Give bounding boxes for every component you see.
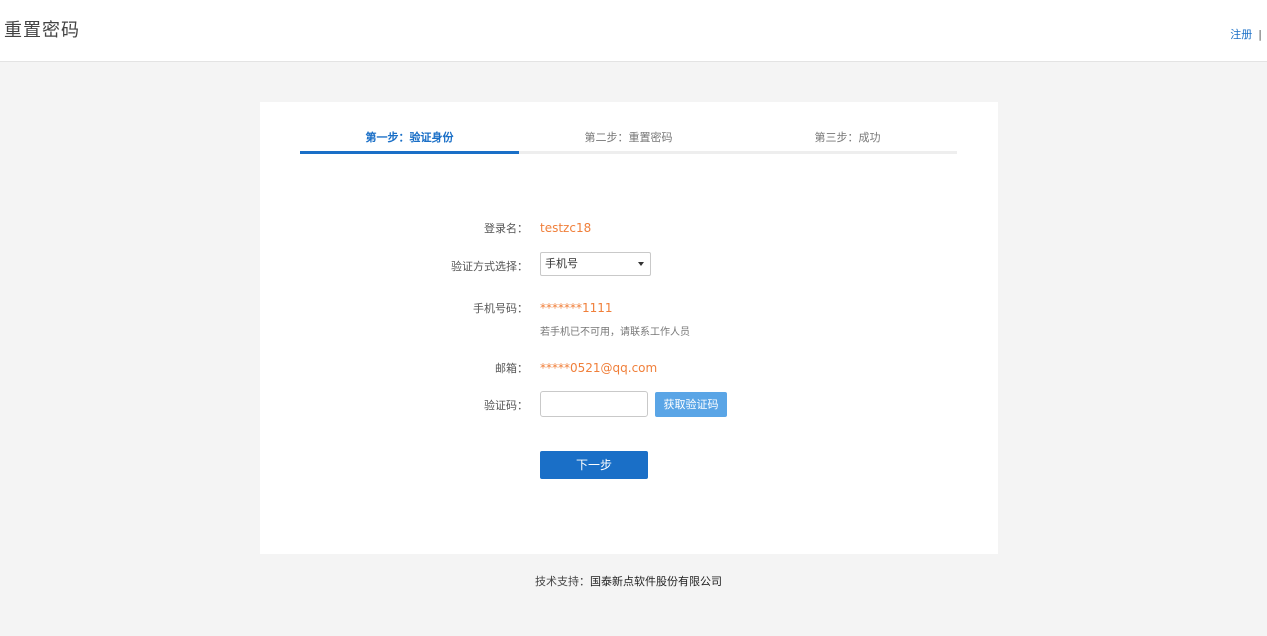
page-title: 重置密码: [4, 20, 80, 41]
step-indicator: 第一步：验证身份 第二步：重置密码 第三步：成功: [300, 130, 957, 154]
step-3-success: 第三步：成功: [814, 131, 881, 144]
footer-tech-support: 技术支持：国泰新点软件股份有限公司: [0, 574, 1257, 590]
caret-down-icon: [638, 262, 644, 266]
email-row: 邮箱： *****0521@qq.com: [260, 356, 998, 382]
login-name-label: 登录名：: [484, 222, 528, 235]
phone-value: *******1111: [540, 301, 613, 315]
verify-method-label: 验证方式选择：: [451, 260, 528, 273]
phone-unavailable-hint: 若手机已不可用，请联系工作人员: [540, 327, 690, 338]
verify-method-row: 验证方式选择： 手机号: [260, 252, 998, 278]
login-name-row: 登录名： testzc18: [260, 216, 998, 242]
get-verification-code-button[interactable]: 获取验证码: [655, 392, 727, 417]
footer-prefix: 技术支持：: [535, 575, 590, 588]
verification-code-row: 验证码： 获取验证码: [260, 391, 998, 417]
reset-password-card: 第一步：验证身份 第二步：重置密码 第三步：成功 登录名： testzc18 验…: [260, 102, 998, 554]
next-step-button[interactable]: 下一步: [540, 451, 648, 479]
verification-code-label: 验证码：: [484, 399, 528, 412]
footer-company-name: 国泰新点软件股份有限公司: [590, 575, 722, 588]
phone-row: 手机号码： *******1111: [260, 296, 998, 322]
verify-method-select[interactable]: 手机号: [540, 252, 651, 276]
verify-method-selected-value: 手机号: [545, 257, 578, 270]
verification-code-input[interactable]: [540, 391, 648, 417]
register-link[interactable]: 注册: [1230, 28, 1252, 41]
top-header: 重置密码 注册 |: [0, 0, 1267, 62]
step-1-verify-identity: 第一步：验证身份: [365, 131, 454, 144]
header-links: 注册 |: [1230, 27, 1262, 43]
login-name-value: testzc18: [540, 221, 592, 235]
email-label: 邮箱：: [495, 362, 528, 375]
phone-label: 手机号码：: [473, 302, 528, 315]
step-2-reset-password: 第二步：重置密码: [584, 131, 673, 144]
email-value: *****0521@qq.com: [540, 361, 658, 375]
header-separator: |: [1258, 28, 1262, 41]
steps-progress-bar: [300, 151, 519, 154]
